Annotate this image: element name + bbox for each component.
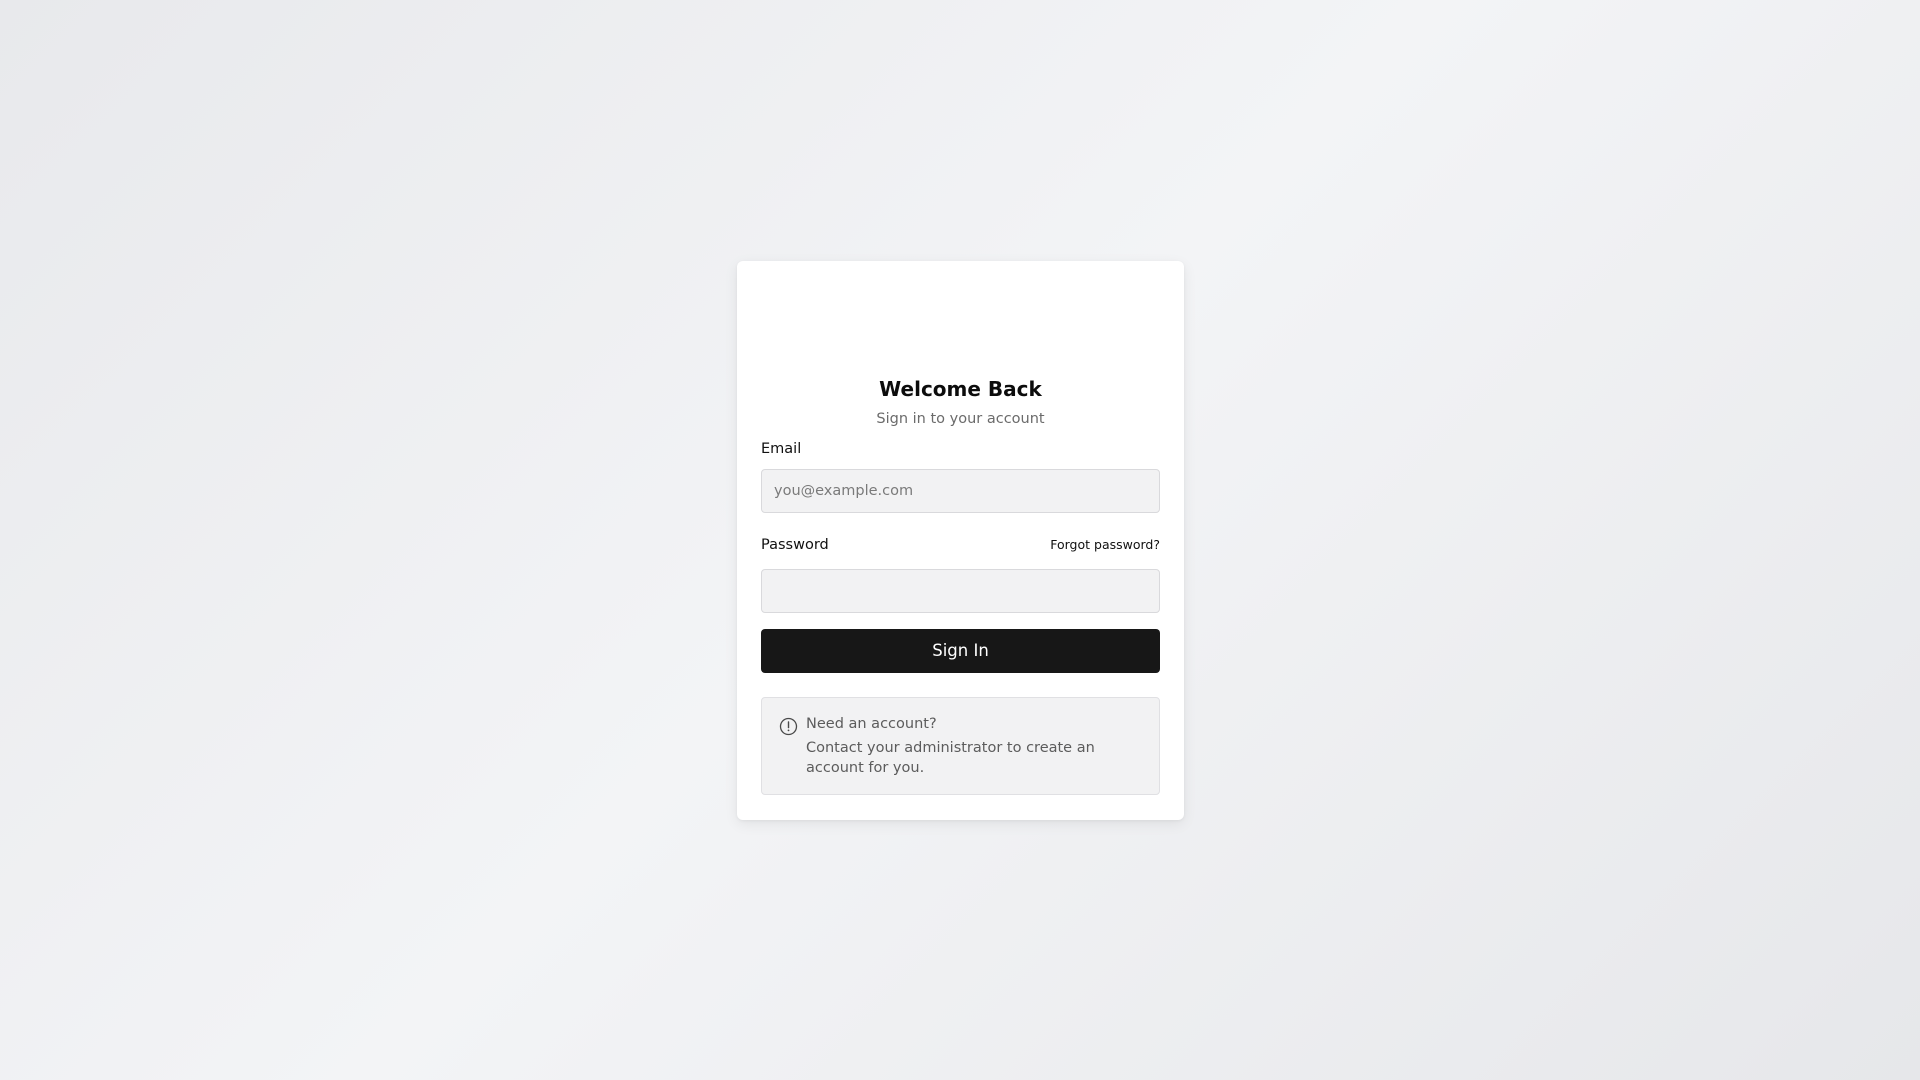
password-label: Password	[761, 537, 829, 553]
page-subtitle: Sign in to your account	[876, 411, 1045, 427]
forgot-password-link[interactable]: Forgot password?	[1050, 536, 1160, 554]
page-title: Welcome Back	[879, 377, 1042, 401]
email-label: Email	[761, 441, 802, 457]
email-field[interactable]	[761, 469, 1160, 513]
login-card: Welcome Back Sign in to your account Ema…	[737, 261, 1184, 820]
password-field[interactable]	[761, 569, 1160, 613]
info-title: Need an account?	[806, 716, 937, 732]
sign-in-button[interactable]: Sign In	[761, 629, 1160, 673]
info-text: Contact your administrator to create an …	[806, 740, 1095, 776]
alert-circle-icon	[779, 717, 798, 736]
info-notice: Need an account? Contact your administra…	[761, 697, 1160, 795]
